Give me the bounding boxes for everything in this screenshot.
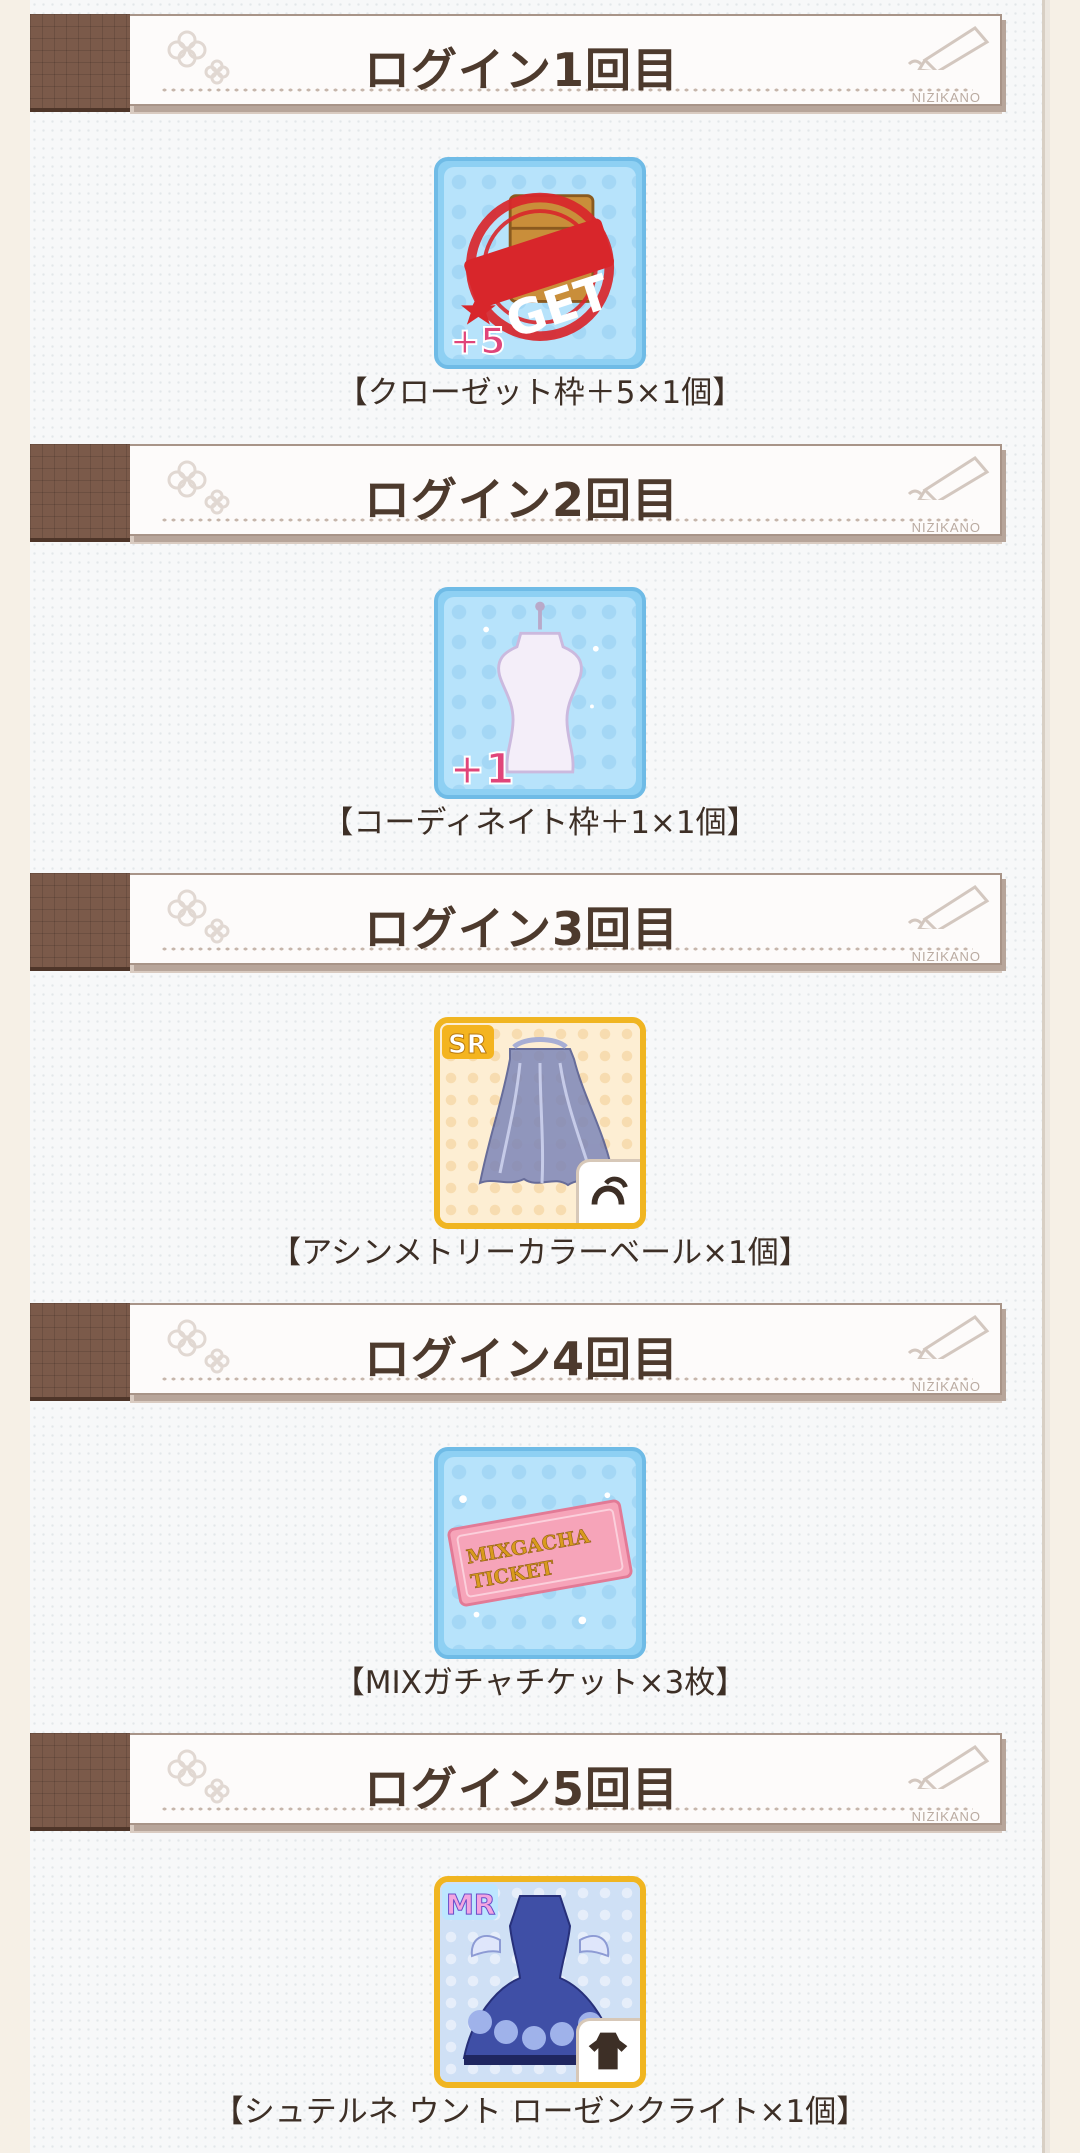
reward-banner-3: NIZIKANO ログイン3回目: [30, 873, 1013, 973]
reward-caption: 【クローゼット枠＋5×1個】: [336, 375, 744, 411]
reward-caption: 【アシンメトリーカラーベール×1個】: [270, 1235, 810, 1271]
reward-caption: 【MIXガチャチケット×3枚】: [333, 1665, 747, 1701]
reward-item-ticket[interactable]: MIXGACHA TICKET: [434, 1447, 646, 1659]
reward-title: ログイン2回目: [363, 473, 679, 527]
reward-banner-1: NIZIKANO ログイン1回目: [30, 14, 1013, 114]
svg-text:SR: SR: [448, 1030, 487, 1060]
reward-item-mannequin[interactable]: +1: [434, 587, 646, 799]
reward-title: ログイン4回目: [363, 1332, 679, 1386]
svg-text:MR: MR: [446, 1888, 495, 1921]
ticket-icon: MIXGACHA TICKET: [447, 1492, 633, 1625]
reward-item-dress[interactable]: MR: [434, 1876, 646, 2088]
reward-caption: 【コーディネイト枠＋1×1個】: [322, 805, 758, 841]
reward-banner-2: NIZIKANO ログイン2回目: [30, 444, 1013, 544]
dress-category-icon: [588, 2032, 628, 2070]
reward-caption: 【シュテルネ ウント ローゼンクライト×1個】: [212, 2094, 868, 2130]
svg-text:+1: +1: [450, 744, 515, 793]
reward-banner-5: NIZIKANO ログイン5回目: [30, 1733, 1013, 1833]
clothing-category-badge: [576, 2018, 640, 2082]
reward-title: ログイン3回目: [363, 902, 679, 956]
reward-item-closet[interactable]: +5 GET: [434, 157, 646, 369]
mannequin-icon: +1: [449, 601, 599, 794]
accessory-category-badge: [576, 1159, 640, 1223]
reward-title: ログイン1回目: [363, 43, 679, 97]
reward-title: ログイン5回目: [363, 1762, 679, 1816]
reward-item-veil[interactable]: SR: [434, 1017, 646, 1229]
reward-banner-4: NIZIKANO ログイン4回目: [30, 1303, 1013, 1403]
accessory-icon: [591, 1176, 628, 1205]
